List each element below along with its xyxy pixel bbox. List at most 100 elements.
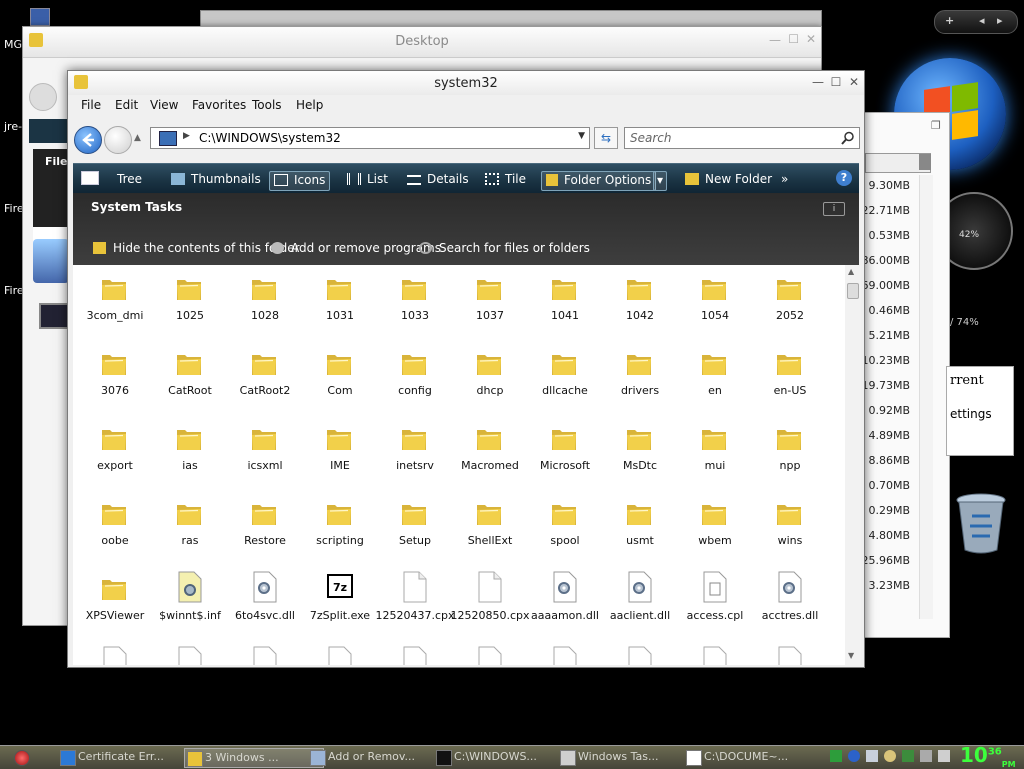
collapse-icon[interactable]: i	[823, 202, 845, 216]
file-item[interactable]: 1025	[152, 265, 228, 335]
taskbar-button[interactable]: Add or Remov...	[308, 748, 446, 766]
file-item[interactable]: scripting	[302, 490, 378, 560]
file-item[interactable]: drivers	[602, 340, 678, 410]
more-button[interactable]: »	[781, 171, 788, 189]
file-item[interactable]: 1031	[302, 265, 378, 335]
file-item[interactable]	[77, 640, 153, 665]
folder-options-button[interactable]: Folder Options	[541, 171, 657, 191]
taskbar-button[interactable]: Certificate Err...	[58, 748, 196, 766]
file-item[interactable]: config	[377, 340, 453, 410]
window-titlebar[interactable]: system32 — ☐ ✕	[68, 71, 864, 95]
menu-favorites[interactable]: Favorites	[192, 98, 246, 112]
tray-icon[interactable]	[830, 750, 842, 762]
file-item[interactable]: 7z 7zSplit.exe	[302, 565, 378, 635]
taskbar-button[interactable]: C:\DOCUME~...	[684, 748, 822, 766]
file-item[interactable]: oobe	[77, 490, 153, 560]
file-list[interactable]: 3com_dmi 1025 1028 1031 1033 1037 1041 1042 1054…	[73, 265, 845, 665]
file-item[interactable]: $winnt$.inf	[152, 565, 228, 635]
task-hide-contents[interactable]: Hide the contents of this folder	[93, 241, 300, 255]
file-item[interactable]: 1041	[527, 265, 603, 335]
monitor-icon[interactable]	[39, 303, 69, 329]
file-item[interactable]	[527, 640, 603, 665]
dropdown-arrow-icon[interactable]	[919, 154, 931, 170]
file-item[interactable]: Restore	[227, 490, 303, 560]
help-icon[interactable]: ?	[836, 170, 852, 186]
file-item[interactable]: export	[77, 415, 153, 485]
start-button[interactable]	[14, 750, 30, 766]
side-panel-text[interactable]: ettings	[950, 407, 992, 421]
task-search-files[interactable]: Search for files or folders	[419, 241, 590, 255]
file-item[interactable]: en	[677, 340, 753, 410]
chevron-down-icon[interactable]: ▼	[578, 131, 585, 141]
file-item[interactable]: access.cpl	[677, 565, 753, 635]
file-item[interactable]: 1042	[602, 265, 678, 335]
desktop-window-titlebar[interactable]: Desktop — ☐ ✕	[23, 27, 821, 58]
back-button[interactable]	[29, 83, 57, 111]
search-box[interactable]: Search	[624, 127, 860, 149]
file-item[interactable]	[377, 640, 453, 665]
file-item[interactable]	[227, 640, 303, 665]
icons-button[interactable]: Icons	[269, 171, 331, 191]
desktop-shortcut-icon[interactable]	[30, 8, 50, 26]
add-gadget-icon[interactable]: +	[945, 14, 954, 27]
file-item[interactable]: icsxml	[227, 415, 303, 485]
scroll-up-icon[interactable]: ▲	[848, 267, 854, 276]
tray-icon[interactable]	[884, 750, 896, 762]
vertical-scrollbar[interactable]: ▲ ▼	[845, 265, 861, 665]
file-item[interactable]: 6to4svc.dll	[227, 565, 303, 635]
file-item[interactable]	[152, 640, 228, 665]
restore-icon[interactable]: ❐	[931, 119, 941, 132]
file-item[interactable]: dhcp	[452, 340, 528, 410]
file-item[interactable]: aaaamon.dll	[527, 565, 603, 635]
file-item[interactable]: mui	[677, 415, 753, 485]
file-item[interactable]: XPSViewer	[77, 565, 153, 635]
file-item[interactable]: 12520850.cpx	[450, 565, 530, 635]
tray-icon[interactable]	[866, 750, 878, 762]
next-arrow-icon[interactable]: ▸	[997, 14, 1003, 27]
search-input[interactable]: Search	[630, 131, 672, 145]
file-item[interactable]: spool	[527, 490, 603, 560]
taskbar-button[interactable]: 3 Windows ...	[184, 748, 324, 768]
file-item[interactable]: acctres.dll	[752, 565, 828, 635]
taskbar-button[interactable]: Windows Tas...	[558, 748, 696, 766]
sidebar-gadget-controls[interactable]: + ◂ ▸	[934, 10, 1018, 34]
file-item[interactable]: ras	[152, 490, 228, 560]
file-item[interactable]: IME	[302, 415, 378, 485]
back-button[interactable]	[74, 126, 102, 154]
file-item[interactable]: inetsrv	[377, 415, 453, 485]
volume-icon[interactable]	[938, 750, 950, 762]
file-item[interactable]: en-US	[752, 340, 828, 410]
desktop-icon-label[interactable]: Fire	[4, 202, 24, 215]
file-item[interactable]: 1033	[377, 265, 453, 335]
menu-view[interactable]: View	[150, 98, 178, 112]
file-item[interactable]: Setup	[377, 490, 453, 560]
forward-button[interactable]	[104, 126, 132, 154]
new-folder-button[interactable]: New Folder	[685, 171, 772, 189]
file-item[interactable]: Macromed	[452, 415, 528, 485]
file-item[interactable]	[602, 640, 678, 665]
maximize-icon[interactable]: ☐	[788, 32, 799, 46]
file-item[interactable]: CatRoot	[152, 340, 228, 410]
tray-icon[interactable]	[920, 750, 932, 762]
file-item[interactable]: aaclient.dll	[602, 565, 678, 635]
breadcrumb-arrow-icon[interactable]: ▶	[183, 131, 190, 141]
tray-icon[interactable]	[902, 750, 914, 762]
file-item[interactable]: MsDtc	[602, 415, 678, 485]
close-icon[interactable]: ✕	[846, 75, 862, 89]
file-item[interactable]: wins	[752, 490, 828, 560]
list-button[interactable]: List	[347, 171, 388, 189]
file-item[interactable]: ias	[152, 415, 228, 485]
maximize-icon[interactable]: ☐	[828, 75, 844, 89]
folder-options-dropdown[interactable]: ▾	[653, 171, 668, 191]
file-item[interactable]: ShellExt	[452, 490, 528, 560]
minimize-icon[interactable]: —	[810, 75, 826, 89]
file-item[interactable]: CatRoot2	[227, 340, 303, 410]
scroll-down-icon[interactable]: ▼	[848, 651, 854, 660]
programs-icon[interactable]	[33, 239, 69, 283]
file-item[interactable]: 12520437.cpx	[375, 565, 455, 635]
clock[interactable]: 1036PM	[960, 743, 1016, 769]
tree-button[interactable]: Tree	[81, 171, 142, 189]
tray-icon[interactable]	[848, 750, 860, 762]
task-add-remove-programs[interactable]: Add or remove programs	[271, 241, 441, 255]
file-item[interactable]: 3076	[77, 340, 153, 410]
